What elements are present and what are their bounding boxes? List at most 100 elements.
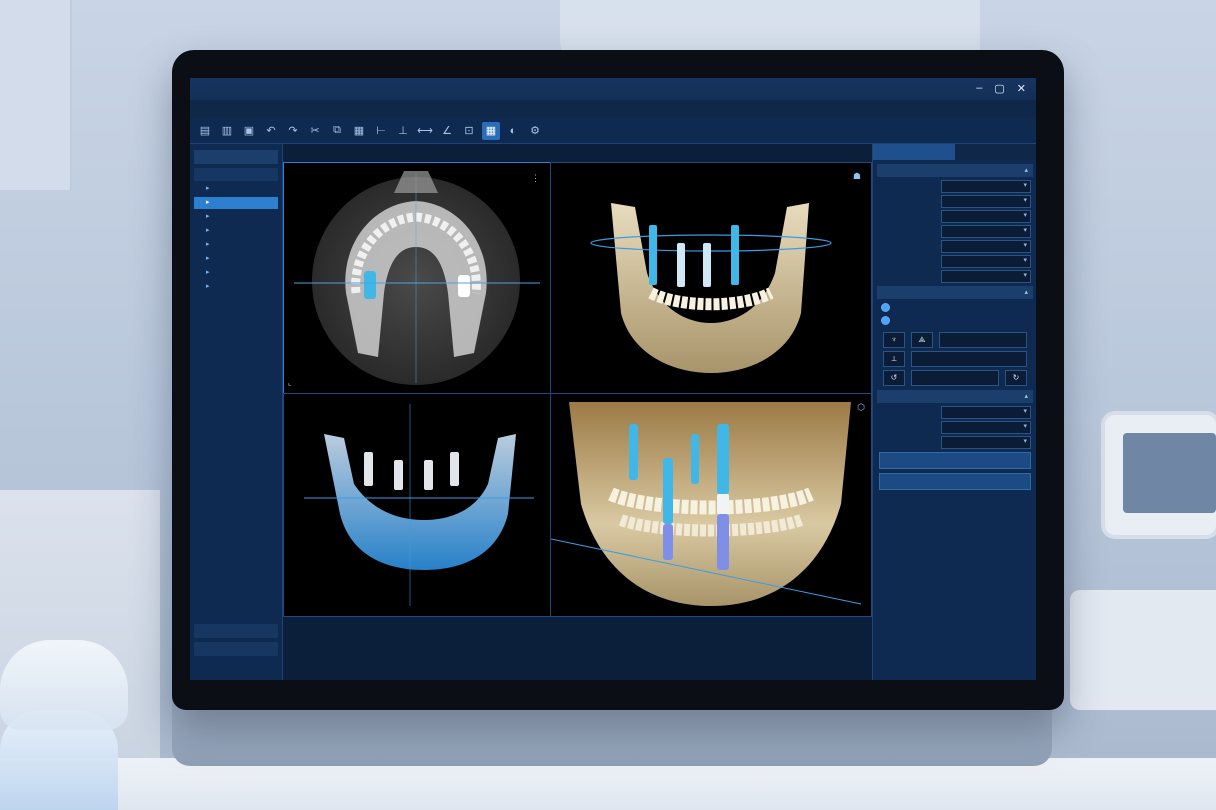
orientation-icon[interactable]: ⋮ [531,173,540,184]
toolbar: ▤ ▥ ▣ ↶ ↷ ✂ ⧉ ▦ ⊢ ⊥ ⟷ ∠ ⊡ ▦ ◐ ⚙ [190,118,1036,144]
close-icon[interactable]: ✕ [1017,82,1026,95]
tooth-node-icon: ▸ [206,227,210,234]
viewport-panoramic[interactable] [283,393,551,617]
panoramic-render [304,404,534,606]
tooth-node-icon: ▸ [206,185,210,192]
redo-icon[interactable]: ↷ [284,122,302,140]
menu-bar [190,100,1036,118]
property-row [879,269,1031,283]
denture-model [0,640,128,810]
right-panel: ♆ ⟁ ⟂ ↺ ↻ [872,144,1036,680]
tooth-tool-icon[interactable]: ♆ [883,332,905,348]
property-dropdown[interactable] [941,179,1031,193]
undo-icon[interactable]: ↶ [262,122,280,140]
mandible-3d-render [590,203,832,373]
property-dropdown[interactable] [941,420,1031,434]
viewport-3d-skull[interactable]: ⬡ [550,393,872,617]
wall-shelf [0,0,72,190]
viewport-axial[interactable]: ⋮ ⌞ [283,162,551,394]
tooth-node-icon: ▸ [206,255,210,262]
tree-item[interactable]: ▸ [194,197,278,209]
minimize-icon[interactable]: – [976,82,982,95]
property-dropdown[interactable] [941,194,1031,208]
tab-second[interactable] [955,144,1036,160]
maximize-icon[interactable]: ▢ [994,82,1004,95]
tree-item[interactable]: ▸ [194,211,278,223]
property-dropdown[interactable] [941,209,1031,223]
tree-item[interactable]: ▸ [194,239,278,251]
section-implant-header[interactable] [877,164,1033,177]
settings-icon[interactable]: ⚙ [526,122,544,140]
secondary-button[interactable] [879,473,1031,490]
title-bar: – ▢ ✕ [190,78,1036,100]
copy-icon[interactable]: ⧉ [328,122,346,140]
open-icon[interactable]: ▥ [218,122,236,140]
crop-icon[interactable]: ⊡ [460,122,478,140]
property-row [879,179,1031,193]
radio-dot[interactable] [881,316,890,325]
property-dropdown[interactable] [941,405,1031,419]
layout-icon[interactable]: ▦ [482,121,500,140]
left-panel-header[interactable] [194,150,278,164]
tooth-node-icon: ▸ [206,283,210,290]
paste-icon[interactable]: ▦ [350,122,368,140]
secondary-monitor [1105,415,1216,535]
property-row [879,420,1031,434]
tool-value-field[interactable] [939,332,1027,348]
property-row [879,405,1031,419]
property-row [879,194,1031,208]
axis-tool-icon[interactable]: ⟂ [883,351,905,367]
property-row [879,209,1031,223]
property-row [879,435,1031,449]
viewport-3d-mandible[interactable]: ☗ [550,162,872,394]
new-icon[interactable]: ▤ [196,122,214,140]
axis-indicator: ⌞ [288,380,292,387]
left-panel-sub[interactable] [194,168,278,181]
tooth-node-icon: ▸ [206,241,210,248]
rotate-left-icon[interactable]: ↺ [883,370,905,386]
save-icon[interactable]: ▣ [240,122,258,140]
left-bottom-item-1[interactable] [194,624,278,638]
section-2-header[interactable] [877,286,1033,299]
tool-slider[interactable] [911,351,1027,367]
tooth-node-icon: ▸ [206,199,210,206]
property-row [879,239,1031,253]
property-row [879,254,1031,268]
skull-3d-render [551,402,862,606]
implant-tool-icon[interactable]: ⟁ [911,332,933,348]
tab-properties[interactable] [873,144,955,160]
angle-icon[interactable]: ∠ [438,122,456,140]
cut-icon[interactable]: ✂ [306,122,324,140]
tree-item[interactable]: ▸ [194,183,278,195]
tool-value-field-2[interactable] [911,370,999,386]
property-row [879,224,1031,238]
implant-icon[interactable]: ⊥ [394,122,412,140]
tree-item[interactable]: ▸ [194,267,278,279]
property-dropdown[interactable] [941,269,1031,283]
radio-option-2[interactable] [881,316,1029,325]
left-panel: ▸ ▸ ▸ ▸ ▸ ▸ ▸ ▸ [190,144,283,680]
dental-chair [1070,590,1216,710]
tree-item[interactable]: ▸ [194,225,278,237]
app-window: – ▢ ✕ ▤ ▥ ▣ ↶ ↷ ✂ ⧉ ▦ ⊢ ⊥ ⟷ ∠ ⊡ ▦ ◐ ⚙ ▸ ▸ ▸ ▸ ▸ ▸ ▸ ▸ [190,78,1036,680]
axial-slice-image [294,171,540,385]
property-dropdown[interactable] [941,435,1031,449]
tooth-node-icon: ▸ [206,269,210,276]
radio-option-1[interactable] [881,303,1029,312]
measure-icon[interactable]: ⊢ [372,122,390,140]
section-3-header[interactable] [877,390,1033,403]
tree-item[interactable]: ▸ [194,253,278,265]
tree-item[interactable]: ▸ [194,281,278,293]
ruler-icon[interactable]: ⟷ [416,122,434,140]
left-bottom-item-2[interactable] [194,642,278,656]
rotate-right-icon[interactable]: ↻ [1005,370,1027,386]
property-dropdown[interactable] [941,239,1031,253]
property-dropdown[interactable] [941,224,1031,238]
property-dropdown[interactable] [941,254,1031,268]
tooth-icon[interactable]: ☗ [853,171,861,182]
radio-dot[interactable] [881,303,890,312]
view-icon[interactable]: ◐ [504,122,522,140]
tooth-node-icon: ▸ [206,213,210,220]
orientation-cube-icon[interactable]: ⬡ [857,402,865,413]
apply-button[interactable] [879,452,1031,469]
